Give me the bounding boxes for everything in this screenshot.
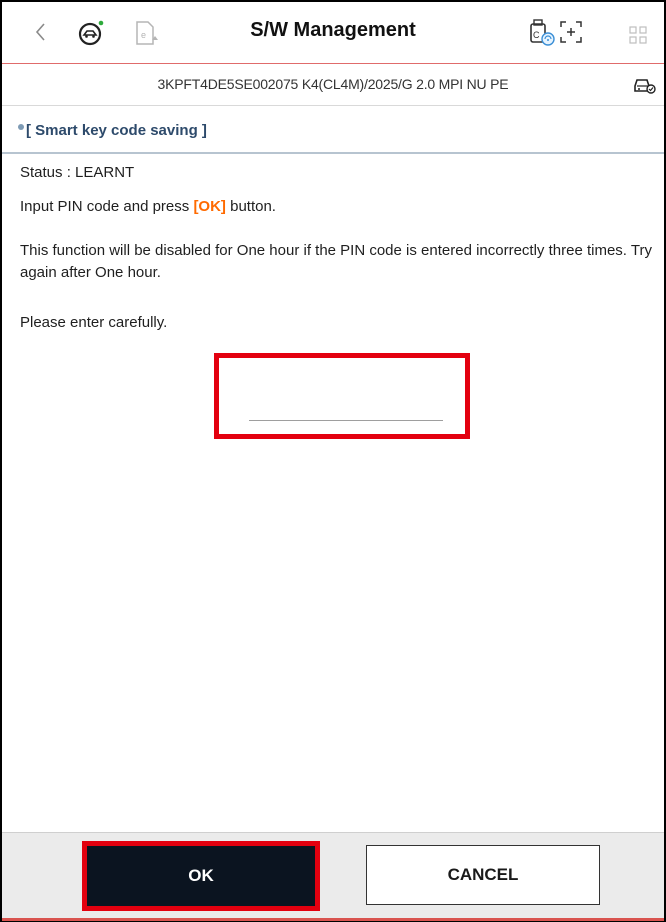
instruction-suffix: button. — [225, 198, 276, 215]
section-title: [ Smart key code saving ] — [26, 122, 207, 139]
vehicle-info-text: 3KPFT4DE5SE002075 K4(CL4M)/2025/G 2.0 MP… — [157, 76, 509, 92]
footer-accent-line — [2, 918, 664, 921]
instruction-text: Input PIN code and press [OK] button. — [20, 198, 276, 215]
screen-capture-icon[interactable] — [557, 18, 585, 46]
vehicle-status-icon[interactable] — [632, 72, 656, 96]
instruction-prefix: Input PIN code and press — [20, 198, 194, 215]
cancel-button[interactable]: CANCEL — [366, 845, 600, 905]
status-text: Status : LEARNT — [20, 164, 135, 181]
app-window: e S/W Management C 3KPFT4DE5SE002075 K4(… — [0, 0, 666, 922]
top-toolbar: e S/W Management C — [2, 2, 664, 63]
ok-button[interactable]: OK — [82, 841, 320, 911]
vehicle-info-bar: 3KPFT4DE5SE002075 K4(CL4M)/2025/G 2.0 MP… — [2, 63, 664, 106]
grid-menu-icon[interactable] — [627, 24, 649, 46]
warning-text: This function will be disabled for One h… — [20, 242, 652, 281]
section-header: [ Smart key code saving ] — [2, 114, 664, 154]
footer-bar: OK CANCEL — [2, 832, 664, 921]
pin-input-highlight — [214, 353, 470, 439]
pin-code-input[interactable] — [249, 396, 443, 421]
svg-text:C: C — [533, 30, 540, 40]
section-bullet-icon — [18, 124, 24, 130]
careful-text: Please enter carefully. — [20, 314, 168, 331]
instruction-ok-highlight: [OK] — [193, 198, 226, 215]
